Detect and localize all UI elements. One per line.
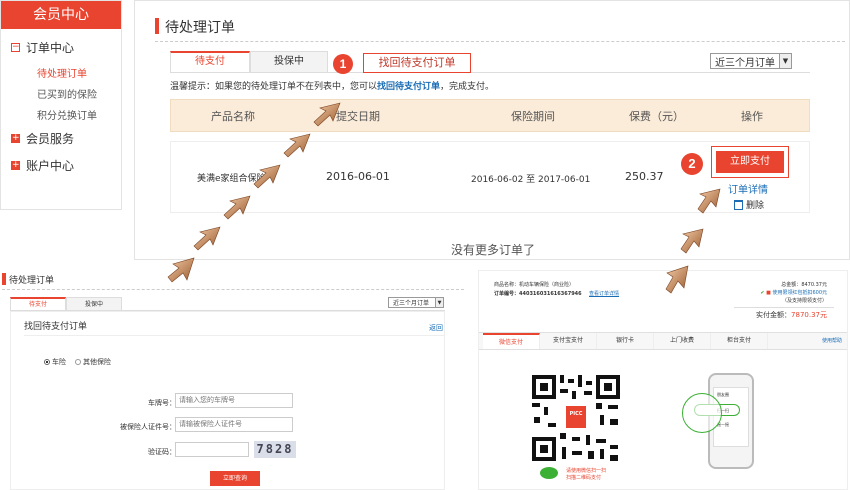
col-date: 提交日期 [336,110,380,123]
captcha-label: 验证码： [148,448,176,456]
payment-info: 商品名称：机动车辆保险（商业险） 订单编号：440316031616367946 [494,282,582,297]
phone-item-moments: 朋友圈 [717,392,729,397]
qr-hint: 请使用微信扫一扫 扫描二维码支付 [566,468,607,481]
callout-recover: 找回待支付订单 [363,53,471,73]
divider [24,335,444,336]
recover-subtitle: 找回待支付订单 [24,322,88,332]
id-input[interactable] [175,417,293,432]
divider [155,41,845,42]
tab-wechat-pay[interactable]: 微信支付 [483,333,540,349]
title-accent [155,18,159,34]
pay-now-button[interactable]: 立即支付 [716,151,784,173]
tab-insuring[interactable]: 投保中 [66,297,122,310]
recover-page-title: 待处理订单 [9,276,55,286]
radio-checked-icon [44,359,50,365]
title-accent [2,273,6,285]
page-title: 待处理订单 [165,20,235,36]
divider [734,307,834,308]
recover-panel: 待处理订单 待支付 投保中 近三个月订单 ▼ 找回待支付订单 返回 车险 其他保险… [0,268,466,490]
row-product: 美满e家组合保险 [197,174,266,184]
main-panel: 待处理订单 待支付 投保中 1 找回待支付订单 近三个月订单 ▼ 温馨提示：如果您… [134,0,850,260]
step-badge-1: 1 [333,54,353,74]
captcha-input[interactable] [175,442,249,457]
expand-icon: + [11,133,20,143]
qr-code [530,373,622,463]
sidebar-group-orders[interactable]: − 订单中心 [11,39,74,56]
coupon-icon: ■ [766,290,771,296]
col-product: 产品名称 [211,110,255,123]
sidebar-group-account[interactable]: + 账户中心 [11,157,74,174]
check-icon: ✔ [760,290,765,296]
row-period: 2016-06-02 至 2017-06-01 [471,175,591,185]
tab-unpaid[interactable]: 待支付 [170,51,250,72]
tab-door-collect[interactable]: 上门收费 [654,333,711,349]
amount-info: 总金额：8470.37元 ✔ ■ 使用限领红包抵扣600元 （及支持限领支付） [760,282,827,304]
sidebar-group-member[interactable]: + 会员服务 [11,130,74,147]
radio-other[interactable]: 其他保险 [75,357,111,367]
plate-label: 车牌号： [148,399,176,407]
step-badge-2: 2 [681,153,703,175]
order-detail-link[interactable]: 订单详情 [728,181,768,196]
row-date: 2016-06-01 [326,170,390,183]
trash-icon [734,199,743,210]
chevron-down-icon: ▼ [435,298,443,307]
sidebar-item-points[interactable]: 积分兑换订单 [37,107,97,122]
sidebar-item-bought[interactable]: 已买到的保险 [37,86,97,101]
back-link[interactable]: 返回 [429,323,443,333]
range-select[interactable]: 近三个月订单 ▼ [388,297,444,308]
qr-logo: PICC [569,411,583,417]
row-premium: 250.37 [625,170,664,183]
tab-insuring[interactable]: 投保中 [250,51,328,72]
actual-amount: 实付金额：7870.37元 [756,311,827,319]
sidebar: 会员中心 − 订单中心 待处理订单 已买到的保险 积分兑换订单 + 会员服务 + 账户… [0,0,122,210]
id-label: 被保险人证件号： [120,423,176,431]
radio-car[interactable]: 车险 [44,357,66,367]
col-premium: 保费（元） [629,110,684,123]
expand-icon: + [11,160,20,170]
col-period: 保险期间 [511,110,555,123]
chevron-down-icon: ▼ [779,54,791,68]
plate-input[interactable] [175,393,293,408]
sidebar-item-pending[interactable]: 待处理订单 [37,65,87,80]
captcha-image[interactable]: 7828 [254,441,296,458]
col-action: 操作 [741,110,763,123]
recover-tabs: 待支付 投保中 [10,297,445,311]
collapse-icon: − [11,42,20,52]
tab-counter-pay[interactable]: 柜台支付 [711,333,768,349]
recover-link[interactable]: 找回待支付订单 [377,82,440,92]
delete-link[interactable]: 删除 [734,198,764,211]
view-order-link[interactable]: 查看订单详情 [589,290,619,297]
no-more-text: 没有更多订单了 [451,243,536,257]
tab-bank-card[interactable]: 银行卡 [597,333,654,349]
magnifier-circle [682,393,722,433]
table-header: 产品名称 提交日期 保险期间 保费（元） 操作 [170,99,810,132]
wechat-icon [540,467,558,479]
divider [2,289,464,290]
radio-unchecked-icon [75,359,81,365]
range-select[interactable]: 近三个月订单 ▼ [710,53,792,69]
tip-text: 温馨提示：如果您的待处理订单不在列表中，您可以找回待支付订单，完成支付。 [170,82,495,92]
tab-unpaid[interactable]: 待支付 [10,297,66,310]
sidebar-title: 会员中心 [1,1,121,29]
help-link[interactable]: 使用帮助 [822,337,842,344]
tab-alipay[interactable]: 支付宝支付 [540,333,597,349]
query-button[interactable]: 立即查询 [210,471,260,486]
